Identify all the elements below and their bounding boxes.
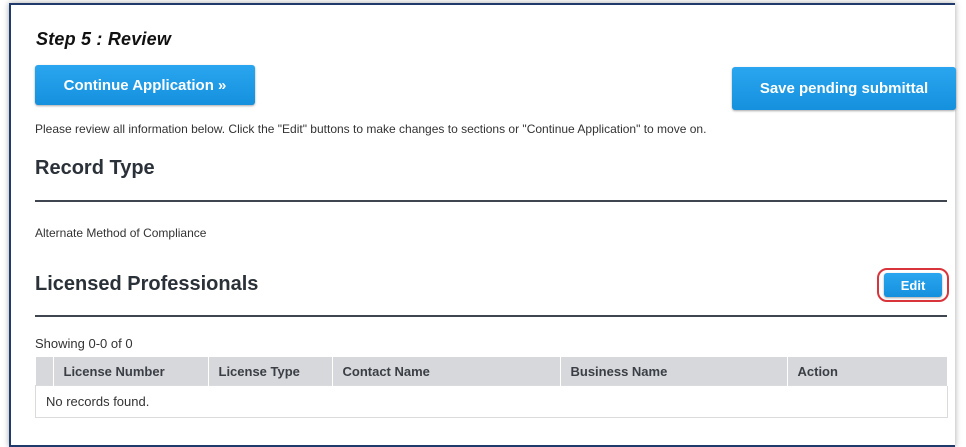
licensed-professionals-heading: Licensed Professionals: [35, 273, 259, 295]
continue-application-button[interactable]: Continue Application »: [35, 65, 255, 105]
record-type-heading: Record Type: [35, 157, 155, 179]
column-header-contact-name[interactable]: Contact Name: [332, 357, 561, 386]
table-row: No records found.: [35, 385, 948, 418]
review-instructions: Please review all information below. Cli…: [35, 122, 707, 136]
section-divider: [35, 200, 947, 202]
column-header-action: Action: [787, 357, 948, 386]
column-header-license-type[interactable]: License Type: [208, 357, 333, 386]
step-title: Step 5 : Review: [36, 29, 172, 49]
section-divider: [35, 315, 947, 317]
licensed-professionals-table: License Number License Type Contact Name…: [35, 357, 948, 418]
select-column-header: [35, 357, 54, 386]
save-pending-submittal-button[interactable]: Save pending submittal: [732, 67, 956, 110]
table-header-row: License Number License Type Contact Name…: [35, 357, 948, 386]
record-type-value: Alternate Method of Compliance: [35, 226, 207, 240]
edit-licensed-professionals-button[interactable]: Edit: [884, 273, 942, 297]
column-header-business-name[interactable]: Business Name: [560, 357, 788, 386]
pagination-summary: Showing 0-0 of 0: [35, 336, 133, 351]
empty-table-message: No records found.: [35, 385, 948, 418]
review-panel: Step 5 : Review Continue Application » S…: [9, 3, 956, 447]
column-header-license-number[interactable]: License Number: [53, 357, 209, 386]
